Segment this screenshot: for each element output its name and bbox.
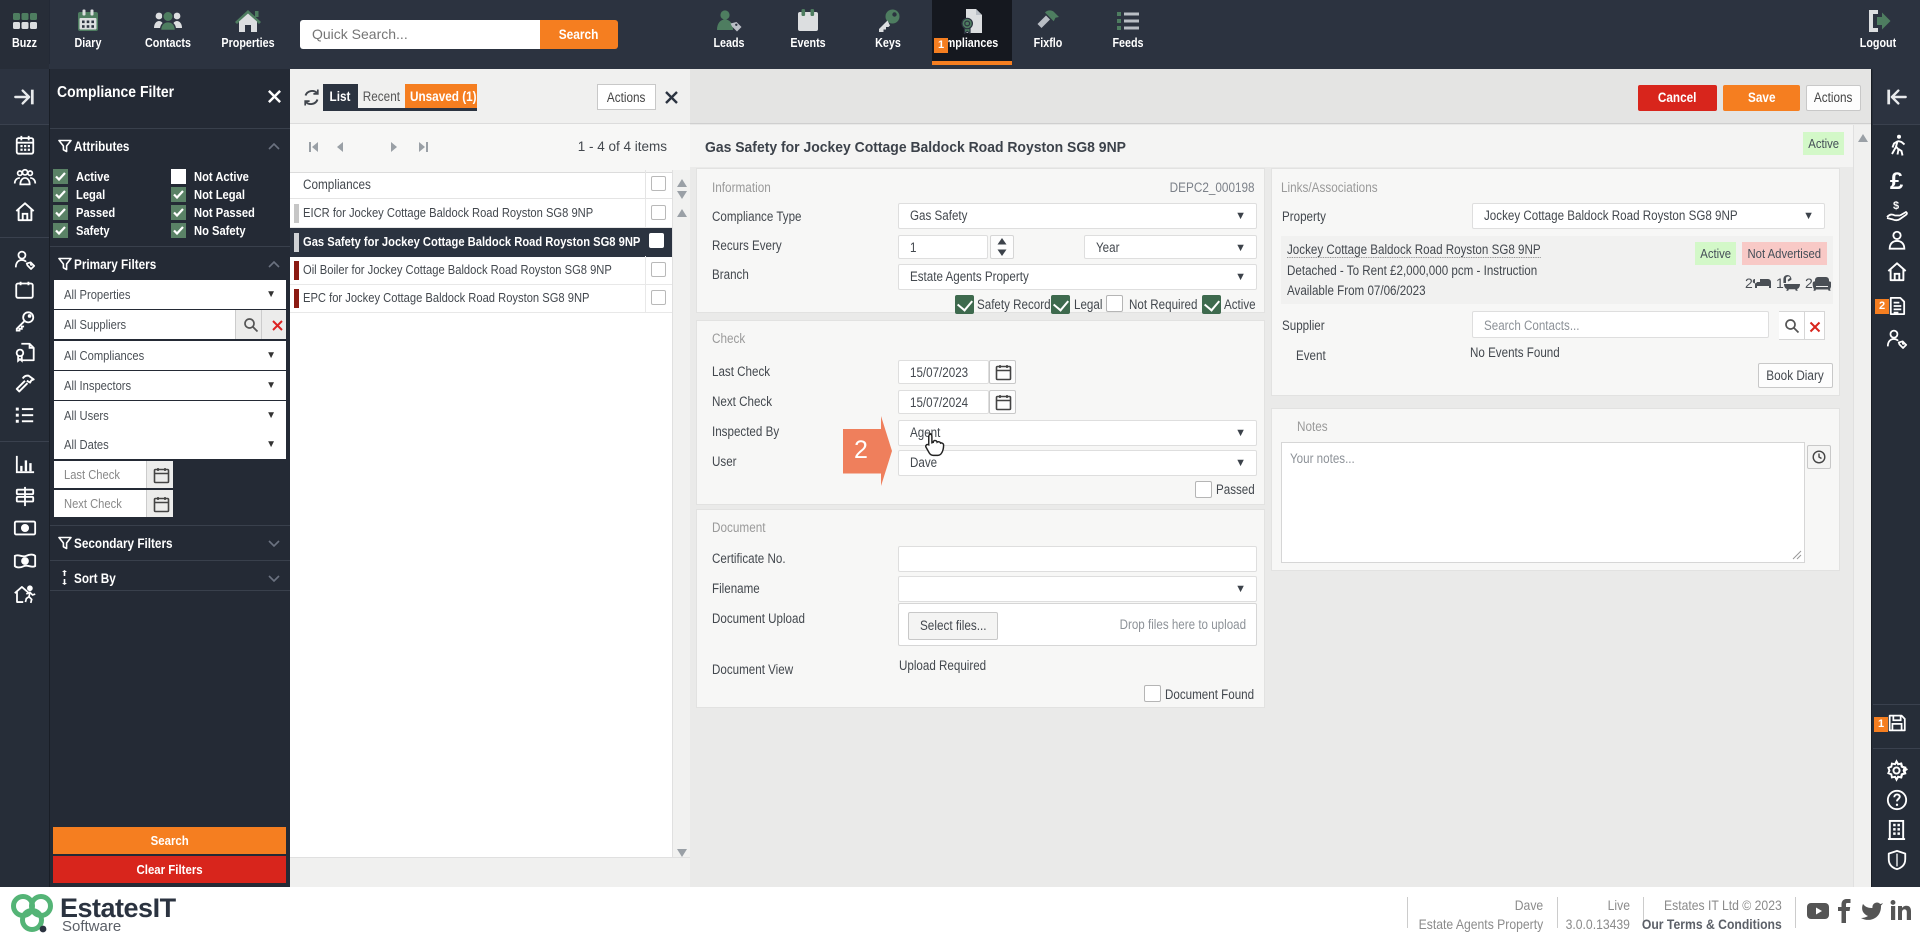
svg-text:1: 1	[1776, 275, 1784, 291]
svg-text:2: 2	[1805, 275, 1813, 291]
svg-text:$: $	[1893, 200, 1899, 212]
svg-text:2: 2	[1745, 275, 1753, 291]
svg-text:2: 2	[854, 436, 868, 464]
